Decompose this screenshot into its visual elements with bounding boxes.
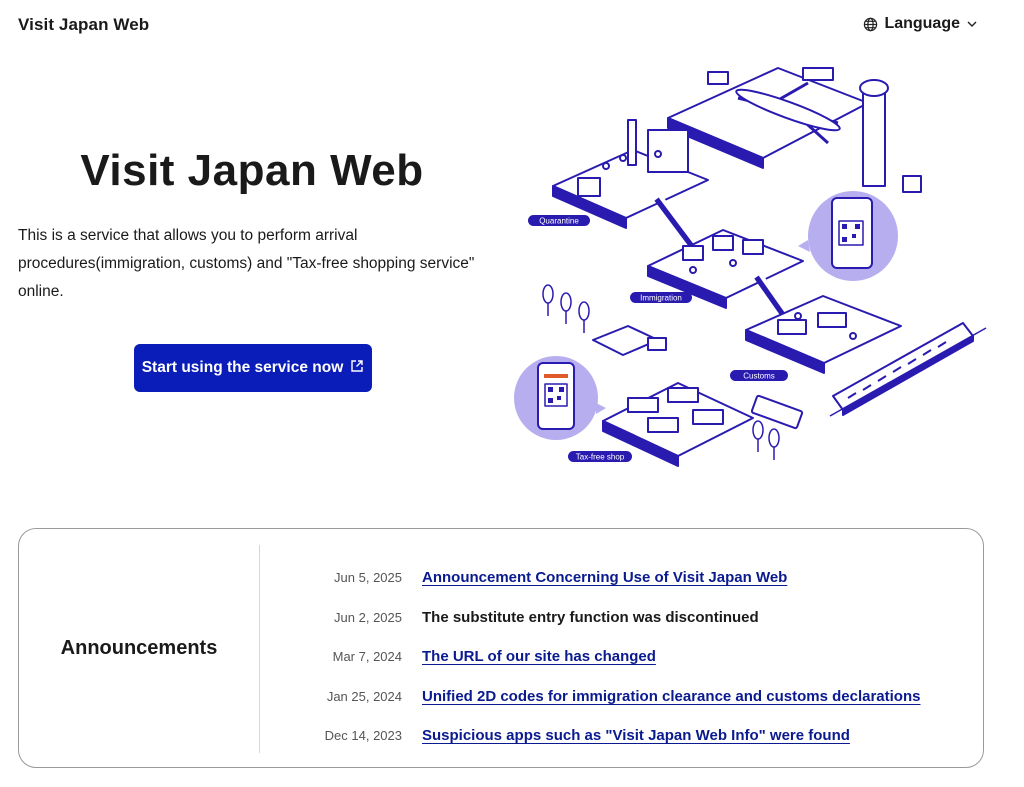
list-item: Jan 25, 2024 Unified 2D codes for immigr… — [279, 677, 921, 717]
language-label: Language — [884, 15, 960, 32]
taxfree-label: Tax-free shop — [576, 453, 625, 462]
list-item: Dec 14, 2023 Suspicious apps such as "Vi… — [279, 716, 920, 756]
start-service-label: Start using the service now — [141, 359, 344, 376]
language-selector[interactable]: Language — [863, 15, 978, 33]
announcement-date: Jun 2, 2025 — [334, 609, 402, 625]
announcements-card: Announcements Jun 5, 2025 Announcement C… — [18, 528, 984, 768]
airplane-area-graphic — [667, 67, 922, 193]
external-link-icon — [350, 359, 364, 378]
chevron-down-icon — [966, 18, 978, 30]
start-service-button[interactable]: Start using the service now — [134, 344, 372, 392]
quarantine-area-graphic: Quarantine — [528, 119, 709, 229]
customs-area-graphic: Customs — [730, 295, 902, 381]
list-item: Mar 7, 2024 The URL of our site has chan… — [279, 637, 920, 677]
qr-phone-bubble-graphic — [514, 356, 606, 440]
divider — [259, 545, 260, 753]
quarantine-label: Quarantine — [539, 217, 579, 226]
immigration-label: Immigration — [640, 294, 682, 303]
list-item: Jun 2, 2025 The substitute entry functio… — [279, 598, 920, 638]
globe-icon — [863, 17, 878, 32]
announcement-date: Jun 5, 2025 — [334, 570, 402, 586]
announcement-link[interactable]: Announcement Concerning Use of Visit Jap… — [422, 569, 787, 586]
airport-illustration: Quarantine Immigration Customs Tax-free … — [508, 58, 1008, 488]
qr-phone-bubble-graphic — [798, 191, 898, 281]
site-title[interactable]: Visit Japan Web — [18, 15, 149, 35]
list-item: Jun 5, 2025 Announcement Concerning Use … — [279, 558, 920, 598]
announcement-link[interactable]: Suspicious apps such as "Visit Japan Web… — [422, 727, 850, 744]
announcement-link[interactable]: The URL of our site has changed — [422, 648, 656, 665]
hero-title: Visit Japan Web — [80, 146, 424, 195]
announcement-date: Jan 25, 2024 — [326, 688, 402, 704]
announcements-list: Jun 5, 2025 Announcement Concerning Use … — [279, 558, 921, 756]
announcements-title: Announcements — [60, 637, 218, 659]
announcement-date: Dec 14, 2023 — [324, 728, 402, 744]
customs-label: Customs — [743, 372, 775, 381]
announcement-link[interactable]: Unified 2D codes for immigration clearan… — [422, 688, 920, 705]
hero-description: This is a service that allows you to per… — [18, 227, 475, 300]
announcement-text: The substitute entry function was discon… — [422, 608, 759, 626]
announcement-date: Mar 7, 2024 — [332, 649, 402, 665]
